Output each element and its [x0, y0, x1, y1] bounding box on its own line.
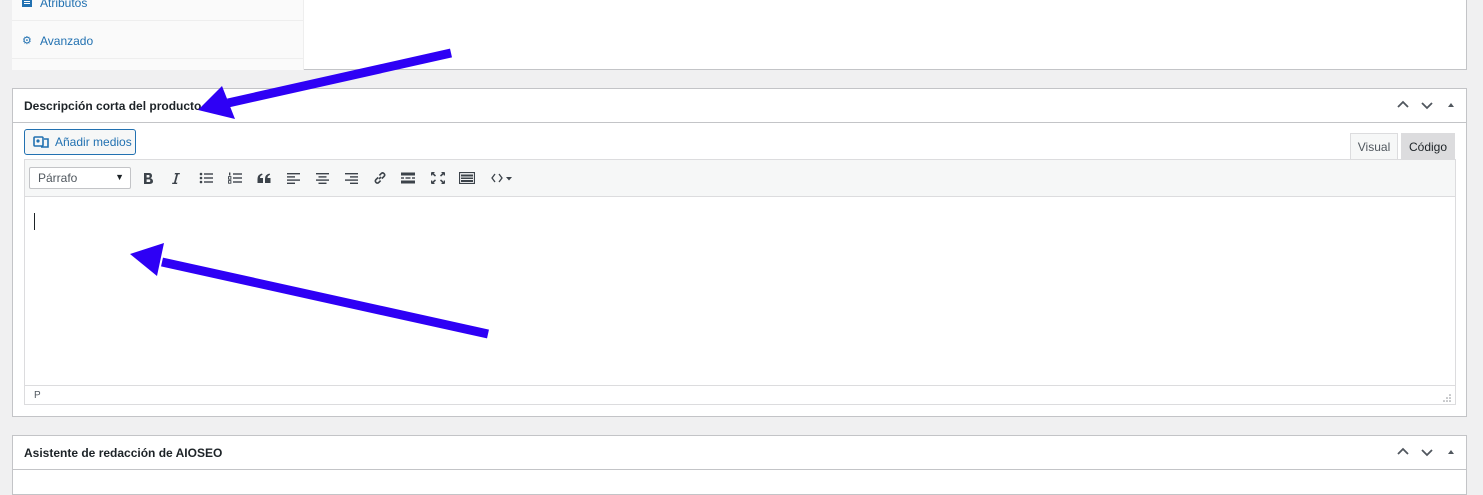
- bullet-list-button[interactable]: [194, 168, 218, 188]
- add-media-button[interactable]: Añadir medios: [24, 129, 136, 155]
- handle-actions: [1394, 96, 1460, 114]
- bullet-list-icon: [199, 172, 213, 184]
- tab-avanzado-label: Avanzado: [40, 34, 94, 48]
- triangle-up-icon: [1448, 450, 1454, 454]
- product-data-tabs: Atributos ⚙ Avanzado: [12, 0, 304, 70]
- tab-code[interactable]: Código: [1401, 133, 1455, 159]
- quote-icon: [257, 173, 271, 183]
- postbox-title: Descripción corta del producto: [24, 98, 202, 113]
- fullscreen-icon: [431, 172, 445, 184]
- resize-handle-icon[interactable]: [1442, 393, 1452, 403]
- media-icon: [33, 136, 49, 148]
- editor-content[interactable]: [25, 198, 1455, 384]
- move-up-button[interactable]: [1394, 443, 1412, 461]
- handle-actions: [1394, 443, 1460, 461]
- code-dropdown-button[interactable]: [486, 168, 518, 188]
- format-select[interactable]: Párrafo ▼: [29, 167, 131, 189]
- tab-avanzado[interactable]: ⚙ Avanzado: [22, 30, 93, 52]
- chevron-up-icon: [1397, 447, 1409, 455]
- numbered-list-icon: [228, 172, 242, 184]
- postbox-header: Descripción corta del producto: [13, 89, 1466, 123]
- text-cursor: [34, 213, 35, 230]
- italic-button[interactable]: [164, 168, 188, 188]
- tab-divider: [12, 58, 304, 59]
- read-more-icon: [401, 172, 415, 184]
- postbox-title: Asistente de redacción de AIOSEO: [24, 445, 223, 460]
- tab-visual[interactable]: Visual: [1350, 133, 1398, 159]
- aioseo-postbox: Asistente de redacción de AIOSEO: [12, 435, 1467, 495]
- move-up-button[interactable]: [1394, 96, 1412, 114]
- element-path[interactable]: P: [34, 390, 41, 401]
- read-more-button[interactable]: [396, 168, 420, 188]
- triangle-up-icon: [1448, 103, 1454, 107]
- align-left-button[interactable]: [281, 168, 305, 188]
- gear-icon: ⚙: [22, 35, 32, 47]
- align-left-icon: [286, 173, 300, 184]
- italic-icon: [172, 172, 180, 184]
- chevron-down-icon: ▼: [115, 172, 124, 182]
- align-right-button[interactable]: [339, 168, 363, 188]
- blockquote-button[interactable]: [252, 168, 276, 188]
- insert-link-button[interactable]: [368, 168, 392, 188]
- move-down-button[interactable]: [1418, 443, 1436, 461]
- tab-divider: [12, 20, 304, 21]
- code-icon: [491, 173, 512, 183]
- toggle-panel-button[interactable]: [1442, 443, 1460, 461]
- postbox-header: Asistente de redacción de AIOSEO: [13, 436, 1466, 470]
- bold-icon: [144, 172, 153, 184]
- bold-button[interactable]: [136, 168, 160, 188]
- tab-atributos[interactable]: Atributos: [22, 0, 87, 14]
- format-select-value: Párrafo: [38, 171, 78, 185]
- list-icon: [22, 0, 32, 8]
- align-right-icon: [344, 173, 358, 184]
- move-down-button[interactable]: [1418, 96, 1436, 114]
- add-media-label: Añadir medios: [55, 135, 132, 149]
- align-center-button[interactable]: [310, 168, 334, 188]
- link-icon: [374, 172, 386, 184]
- chevron-down-icon: [1421, 449, 1433, 457]
- toolbar-toggle-button[interactable]: [455, 168, 479, 188]
- editor-statusbar: P: [25, 385, 1455, 404]
- chevron-down-icon: [1421, 102, 1433, 110]
- keyboard-icon: [459, 172, 475, 184]
- fullscreen-button[interactable]: [426, 168, 450, 188]
- numbered-list-button[interactable]: [223, 168, 247, 188]
- chevron-up-icon: [1397, 100, 1409, 108]
- toggle-panel-button[interactable]: [1442, 96, 1460, 114]
- tab-atributos-label: Atributos: [40, 0, 88, 10]
- align-center-icon: [315, 173, 329, 184]
